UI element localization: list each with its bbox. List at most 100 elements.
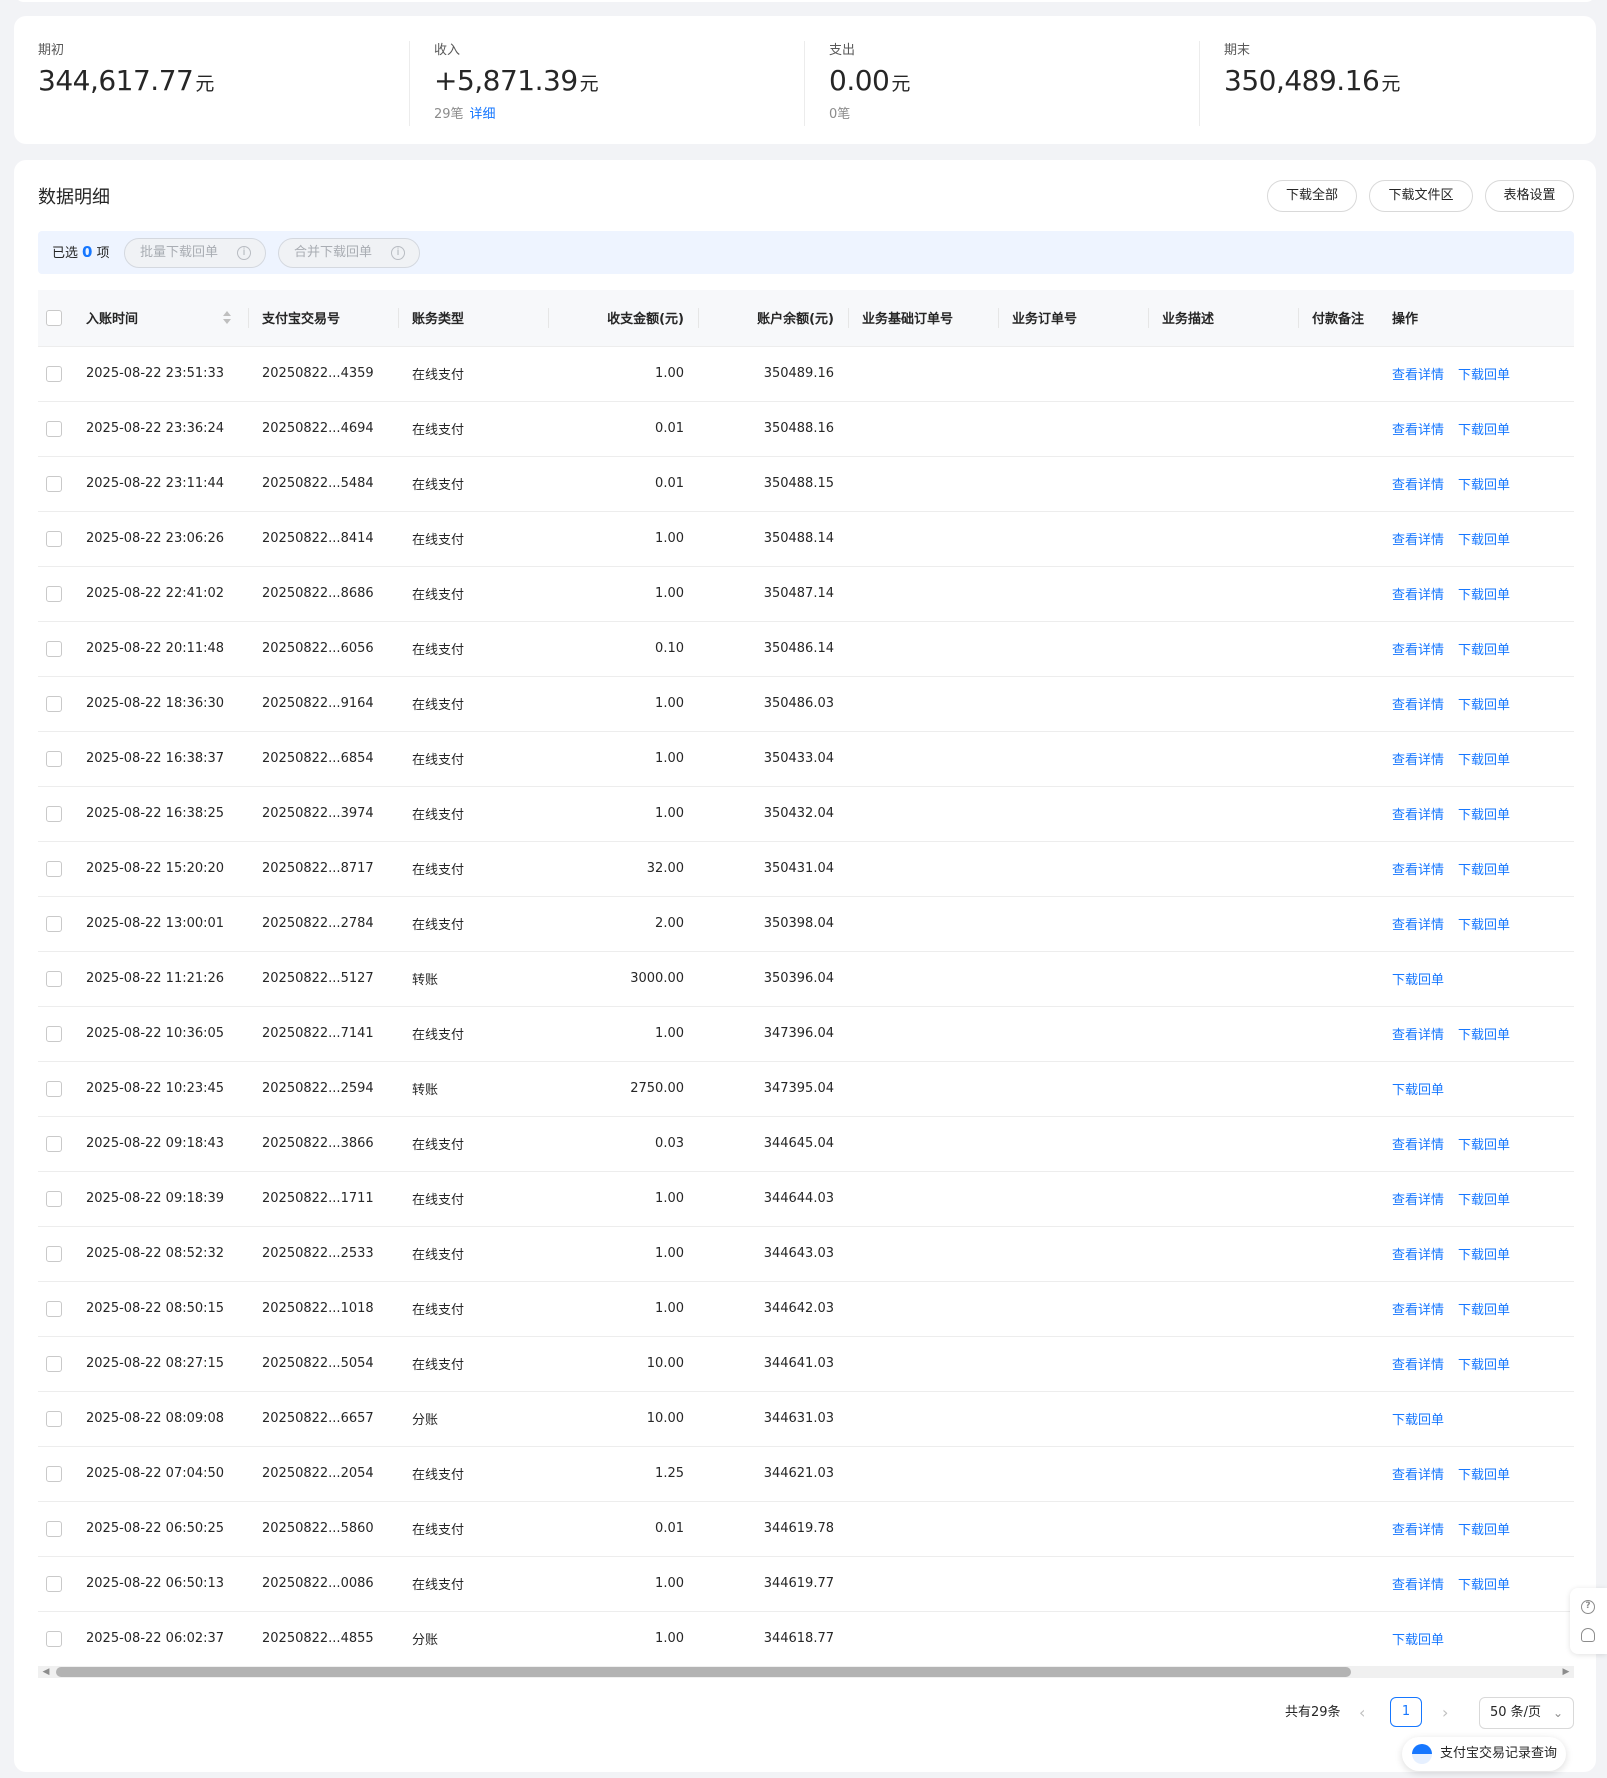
row-checkbox[interactable] (46, 1465, 62, 1482)
row-checkbox[interactable] (46, 1355, 62, 1372)
row-action-1-link[interactable]: 查看详情 (1392, 1138, 1444, 1153)
select-all-checkbox[interactable] (46, 309, 62, 326)
row-action-1-link[interactable]: 查看详情 (1392, 423, 1444, 438)
scrollbar-thumb[interactable] (56, 1667, 1351, 1677)
row-action-1-link[interactable]: 下载回单 (1392, 1633, 1444, 1648)
sort-icon[interactable] (222, 311, 232, 325)
row-action-1-link[interactable]: 查看详情 (1392, 478, 1444, 493)
row-action-2-link[interactable]: 下载回单 (1458, 863, 1510, 878)
row-action-1-link[interactable]: 下载回单 (1392, 1083, 1444, 1098)
row-action-2-link[interactable]: 下载回单 (1458, 423, 1510, 438)
scroll-right-icon[interactable]: ▶ (1560, 1666, 1572, 1678)
cell-trade-no: 20250822...6657 (248, 1391, 398, 1447)
question-circle-icon[interactable]: ? (1581, 1600, 1595, 1614)
row-checkbox[interactable] (46, 1410, 62, 1427)
cell-trade-no: 20250822...6056 (248, 621, 398, 677)
row-checkbox[interactable] (46, 1300, 62, 1317)
row-checkbox[interactable] (46, 970, 62, 987)
row-action-1-link[interactable]: 查看详情 (1392, 1578, 1444, 1593)
trade-query-button[interactable]: 支付宝交易记录查询 (1402, 1737, 1566, 1771)
batch-download-button[interactable]: 批量下载回单 i (124, 238, 266, 268)
page-1-button[interactable]: 1 (1390, 1697, 1422, 1727)
row-action-1-link[interactable]: 查看详情 (1392, 368, 1444, 383)
row-checkbox[interactable] (46, 475, 62, 492)
cell-base-order (848, 1501, 998, 1557)
row-action-1-link[interactable]: 查看详情 (1392, 863, 1444, 878)
row-checkbox[interactable] (46, 1245, 62, 1262)
row-action-2-link[interactable]: 下载回单 (1458, 1358, 1510, 1373)
row-checkbox[interactable] (46, 1190, 62, 1207)
row-action-2-link[interactable]: 下载回单 (1458, 1468, 1510, 1483)
row-checkbox[interactable] (46, 530, 62, 547)
row-action-1-link[interactable]: 查看详情 (1392, 1468, 1444, 1483)
cell-balance: 344621.03 (698, 1446, 848, 1502)
page-size-select[interactable]: 50 条/页 ⌄ (1479, 1697, 1574, 1729)
row-action-2-link[interactable]: 下载回单 (1458, 533, 1510, 548)
row-checkbox[interactable] (46, 1080, 62, 1097)
row-checkbox[interactable] (46, 750, 62, 767)
income-detail-link[interactable]: 详细 (470, 107, 496, 122)
row-action-1-link[interactable]: 下载回单 (1392, 973, 1444, 988)
cell-time: 2025-08-22 08:52:32 (72, 1226, 248, 1282)
chevron-right-icon[interactable]: › (1442, 1697, 1448, 1729)
download-area-button[interactable]: 下载文件区 (1369, 180, 1473, 212)
row-action-2-link[interactable]: 下载回单 (1458, 1193, 1510, 1208)
row-action-1-link[interactable]: 查看详情 (1392, 753, 1444, 768)
row-action-2-link[interactable]: 下载回单 (1458, 918, 1510, 933)
row-action-2-link[interactable]: 下载回单 (1458, 368, 1510, 383)
cell-ops: 查看详情 下载回单 (1378, 1171, 1574, 1227)
row-action-1-link[interactable]: 查看详情 (1392, 1358, 1444, 1373)
info-circle-icon: i (391, 246, 405, 260)
row-action-2-link[interactable]: 下载回单 (1458, 1248, 1510, 1263)
col-time[interactable]: 入账时间 (72, 290, 248, 347)
cell-ops: 查看详情 下载回单 (1378, 1336, 1574, 1392)
row-checkbox[interactable] (46, 585, 62, 602)
table-settings-button[interactable]: 表格设置 (1485, 180, 1574, 212)
row-checkbox[interactable] (46, 420, 62, 437)
headset-icon[interactable] (1581, 1628, 1595, 1642)
row-action-1-link[interactable]: 查看详情 (1392, 588, 1444, 603)
row-action-1-link[interactable]: 下载回单 (1392, 1413, 1444, 1428)
row-action-1-link[interactable]: 查看详情 (1392, 808, 1444, 823)
row-checkbox[interactable] (46, 640, 62, 657)
row-action-1-link[interactable]: 查看详情 (1392, 643, 1444, 658)
row-action-1-link[interactable]: 查看详情 (1392, 918, 1444, 933)
table-row: 2025-08-22 08:09:08 20250822...6657 分账 10.0… (38, 1391, 1574, 1447)
row-action-1-link[interactable]: 查看详情 (1392, 1193, 1444, 1208)
row-checkbox[interactable] (46, 805, 62, 822)
row-action-1-link[interactable]: 查看详情 (1392, 1523, 1444, 1538)
row-action-2-link[interactable]: 下载回单 (1458, 478, 1510, 493)
scroll-left-icon[interactable]: ◀ (40, 1666, 52, 1678)
merge-download-button[interactable]: 合并下载回单 i (278, 238, 420, 268)
row-checkbox[interactable] (46, 1135, 62, 1152)
row-action-1-link[interactable]: 查看详情 (1392, 1248, 1444, 1263)
row-action-2-link[interactable]: 下载回单 (1458, 1523, 1510, 1538)
row-checkbox[interactable] (46, 1630, 62, 1647)
cell-trade-no: 20250822...2784 (248, 896, 398, 952)
row-action-2-link[interactable]: 下载回单 (1458, 1303, 1510, 1318)
download-all-button[interactable]: 下载全部 (1267, 180, 1357, 212)
row-action-1-link[interactable]: 查看详情 (1392, 1303, 1444, 1318)
row-checkbox[interactable] (46, 365, 62, 382)
cell-time: 2025-08-22 08:09:08 (72, 1391, 248, 1447)
row-checkbox[interactable] (46, 915, 62, 932)
row-checkbox[interactable] (46, 695, 62, 712)
row-action-2-link[interactable]: 下载回单 (1458, 588, 1510, 603)
cell-time: 2025-08-22 16:38:25 (72, 786, 248, 842)
row-checkbox[interactable] (46, 1025, 62, 1042)
row-action-1-link[interactable]: 查看详情 (1392, 1028, 1444, 1043)
row-action-1-link[interactable]: 查看详情 (1392, 698, 1444, 713)
row-checkbox[interactable] (46, 1575, 62, 1592)
row-action-2-link[interactable]: 下载回单 (1458, 1028, 1510, 1043)
row-action-2-link[interactable]: 下载回单 (1458, 698, 1510, 713)
row-action-1-link[interactable]: 查看详情 (1392, 533, 1444, 548)
row-action-2-link[interactable]: 下载回单 (1458, 753, 1510, 768)
row-action-2-link[interactable]: 下载回单 (1458, 1138, 1510, 1153)
row-action-2-link[interactable]: 下载回单 (1458, 1578, 1510, 1593)
row-action-2-link[interactable]: 下载回单 (1458, 643, 1510, 658)
row-action-2-link[interactable]: 下载回单 (1458, 808, 1510, 823)
horizontal-scrollbar[interactable]: ◀ ▶ (38, 1666, 1574, 1678)
row-checkbox[interactable] (46, 860, 62, 877)
row-checkbox[interactable] (46, 1520, 62, 1537)
chevron-left-icon[interactable]: ‹ (1359, 1697, 1365, 1729)
